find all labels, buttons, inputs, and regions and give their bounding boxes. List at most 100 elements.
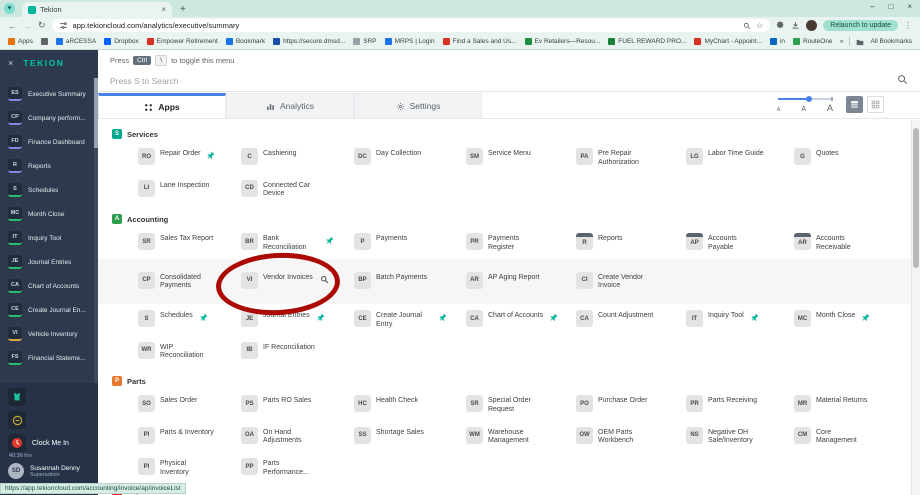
app-tile-count-adjustment[interactable]: CA Count Adjustment [576,310,686,327]
app-tile-reports[interactable]: R Reports [576,233,686,250]
bookmark-item[interactable] [40,38,48,45]
browser-tab[interactable]: Tekion × [22,2,172,17]
bookmark-item[interactable]: RouteOne [792,38,832,45]
app-tile-lane-inspection[interactable]: LI Lane Inspection [138,179,241,197]
clock-in-row[interactable]: Clock Me In [8,434,90,452]
bookmark-item[interactable]: Dropbox [104,38,139,45]
app-tile-ap-aging-report[interactable]: AR AP Aging Report [466,271,576,289]
minimize-icon[interactable]: – [870,2,874,11]
extensions-icon[interactable] [776,17,785,35]
app-tile-vendor-invoices[interactable]: VI Vendor Invoices [241,271,354,289]
app-tile-parts-inventory[interactable]: PI Parts & Inventory [138,426,241,444]
app-tile-wip-reconciliation[interactable]: WR WIP Reconciliation [138,341,241,362]
vest-icon[interactable] [8,388,26,406]
bookmark-item[interactable]: Empower Retirement [146,38,218,45]
app-tile-sales-tax-report[interactable]: SR Sales Tax Report [138,233,241,250]
app-tile-create-journal-entry[interactable]: CE Create Journal Entry [354,310,466,330]
sidebar-item-executive-summary[interactable]: ES Executive Summary [0,82,93,106]
bookmark-item[interactable]: https://secure.dmsd... [273,38,345,45]
app-tile-parts-performance[interactable]: PP Parts Performance... [241,458,354,478]
app-tile-accounts-receivable[interactable]: AR Accounts Receivable [794,233,890,253]
app-tile-material-returns[interactable]: MR Material Returns [794,395,890,412]
sidebar-item-reports[interactable]: R Reports [0,154,93,178]
tab-close-icon[interactable]: × [161,5,166,14]
app-tile-physical-inventory[interactable]: PI Physical Inventory [138,458,241,478]
bookmark-item[interactable]: SRP [353,38,377,45]
bookmark-item[interactable]: in [769,38,785,45]
app-tile-accounts-payable[interactable]: AP Accounts Payable [681,233,794,263]
main-scrollbar[interactable] [911,120,920,495]
tile-size-slider[interactable]: A A A [776,95,834,113]
browser-avatar[interactable] [806,20,818,31]
app-tile-if-reconciliation[interactable]: IB IF Reconciliation [241,341,354,359]
tab-settings[interactable]: Settings [354,93,482,118]
sidebar-item-chart-of-accounts[interactable]: CA Chart of Accounts [0,274,93,298]
bookmark-item[interactable]: Apps [8,38,33,45]
app-tile-pre-repair-authorization[interactable]: PA Pre Repair Authorization [576,148,686,168]
app-tile-chart-of-accounts[interactable]: CA Chart of Accounts [466,310,576,327]
sidebar-item-vehicle-inventory[interactable]: VI Vehicle Inventory [0,322,93,346]
app-tile-quotes[interactable]: G Quotes [794,148,890,165]
back-icon[interactable]: ← [8,21,17,31]
bookmark-item[interactable]: MRPS | Login [384,38,435,45]
address-bar[interactable]: app.tekioncloud.com/analytics/executive/… [51,17,771,35]
sidebar-item-create-journal-en[interactable]: CE Create Journal En... [0,298,93,322]
app-tile-health-check[interactable]: HC Health Check [354,395,466,412]
app-tile-parts-receiving[interactable]: PR Parts Receiving [686,395,794,412]
clock-icon[interactable] [8,434,26,452]
app-tile-oem-parts-workbench[interactable]: OW OEM Parts Workbench [576,426,686,447]
grid-view-button[interactable] [867,96,884,113]
bookmark-item[interactable]: Ev Retailers—Resou... [524,38,600,45]
app-tile-payments-register[interactable]: PR Payments Register [466,233,576,253]
app-tile-repair-order[interactable]: RO Repair Order [138,148,241,165]
medium-a-label[interactable]: A [801,106,806,113]
sidebar-item-company-perform[interactable]: CP Company perform... [0,106,93,130]
user-profile[interactable]: SD Susannah Denny Superadmin [8,463,90,479]
app-tile-bank-reconciliation[interactable]: BR Bank Reconciliation [241,233,354,253]
bookmark-item[interactable]: aRCESSA [55,38,96,45]
app-tile-on-hand-adjustments[interactable]: OA On Hand Adjustments [241,426,354,447]
app-tile-schedules[interactable]: S Schedules [138,310,241,327]
app-tile-special-order-request[interactable]: SR Special Order Request [466,395,576,415]
sidebar-item-schedules[interactable]: S Schedules [0,178,93,202]
sidebar-item-finance-dashboard[interactable]: FD Finance Dashboard [0,130,93,154]
app-tile-payments[interactable]: P Payments [354,233,466,250]
app-tile-shortage-sales[interactable]: SS Shortage Sales [354,426,466,444]
bookmark-item[interactable]: MyChart - Appoint... [694,38,762,45]
sidebar-close-icon[interactable]: × [8,58,13,68]
close-icon[interactable]: × [907,2,912,11]
refresh-icon[interactable]: ↻ [38,20,46,31]
download-icon[interactable] [791,17,800,35]
site-settings-icon[interactable] [59,17,68,35]
large-a-label[interactable]: A [827,103,833,113]
pause-icon[interactable] [8,411,26,429]
avatar[interactable]: SD [8,463,24,479]
sidebar-item-journal-entries[interactable]: JE Journal Entries [0,250,93,274]
app-tile-labor-time-guide[interactable]: LG Labor Time Guide [686,148,794,165]
app-tile-connected-car-device[interactable]: CD Connected Car Device [241,179,354,200]
bookmarks-overflow-icon[interactable]: » [840,38,844,45]
bookmark-star-icon[interactable]: ☆ [756,21,763,30]
relaunch-button[interactable]: Relaunch to update [823,20,898,31]
app-tile-core-management[interactable]: CM Core Management [794,426,890,447]
sidebar-item-financial-stateme[interactable]: FS Financial Stateme... [0,346,93,370]
tab-analytics[interactable]: Analytics [226,93,354,118]
search-icon[interactable] [897,72,908,90]
slider-track[interactable] [778,96,833,102]
bookmark-item[interactable]: Bookmark [225,38,265,45]
small-a-label[interactable]: A [777,107,780,113]
app-tile-cashiering[interactable]: C Cashiering [241,148,354,165]
app-tile-day-collection[interactable]: DC Day Collection [354,148,466,165]
tab-apps[interactable]: Apps [98,93,226,118]
app-tile-inquiry-tool[interactable]: IT Inquiry Tool [686,310,794,327]
app-tile-warehouse-management[interactable]: WM Warehouse Management [466,426,576,447]
forward-icon[interactable]: → [23,21,32,31]
slider-thumb[interactable] [806,96,813,102]
app-tile-service-menu[interactable]: SM Service Menu [466,148,576,165]
search-input[interactable] [110,75,897,86]
app-tile-consolidated-payments[interactable]: CP Consolidated Payments [138,271,241,292]
search-icon[interactable] [743,17,751,35]
bookmark-item[interactable]: FUEL REWARD PRO... [608,38,686,45]
app-tile-journal-entries[interactable]: JE Journal Entries [241,310,354,327]
app-tile-create-vendor-invoice[interactable]: CI Create Vendor Invoice [576,271,686,292]
